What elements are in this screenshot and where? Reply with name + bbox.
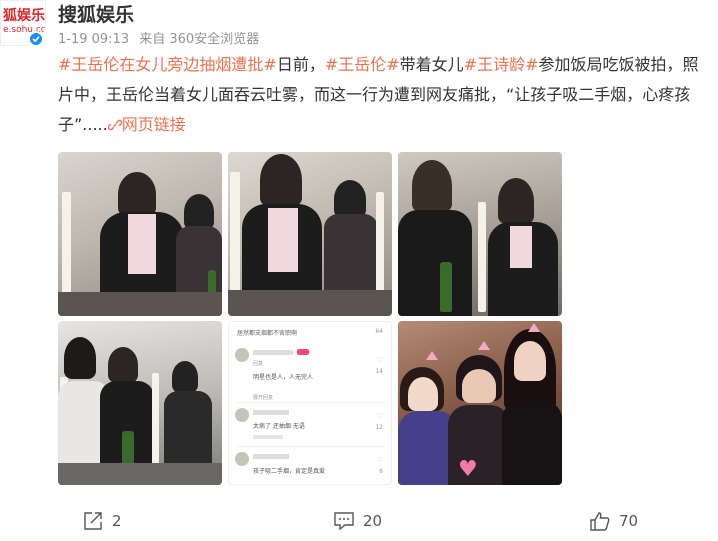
comment-icon — [334, 512, 354, 531]
comment-reply: 回复 — [253, 361, 264, 367]
share-count: 2 — [112, 512, 122, 530]
comment-count: 6 — [379, 468, 383, 475]
avatar-logo: 狐娱乐 — [3, 8, 45, 24]
thumbs-up-icon — [590, 512, 610, 531]
like-button[interactable]: 70 — [589, 510, 638, 532]
comment-expand: 展开回复 — [253, 395, 274, 401]
comment-button[interactable]: 20 — [333, 510, 382, 532]
share-button[interactable]: 2 — [82, 510, 122, 532]
like-count: 70 — [619, 512, 639, 530]
post-text: 日前， — [276, 55, 325, 74]
post-photo-1[interactable] — [58, 152, 222, 316]
post-time[interactable]: 1-19 09:13 — [58, 32, 129, 47]
post-photo-4[interactable] — [58, 321, 222, 485]
comment-avatar — [235, 452, 249, 466]
share-icon — [84, 512, 102, 530]
comment-like-icon: ♡ — [376, 456, 383, 464]
comment-text: 明星也是人，人无完人 — [253, 374, 314, 381]
comment-count: 20 — [363, 512, 383, 530]
link-icon — [107, 119, 122, 131]
comment-avatar — [235, 408, 249, 422]
comment-count: 64 — [375, 328, 383, 335]
post-action-bar: 2 20 70 — [0, 500, 718, 541]
hashtag-link[interactable]: #王诗龄# — [464, 55, 539, 74]
post-photo-6[interactable]: ♥ — [398, 321, 562, 485]
comment-like-icon: ♡ — [376, 412, 383, 420]
comment-text: 太病了 还抽烟 无语 — [253, 423, 305, 430]
hashtag-link[interactable]: #王岳伦# — [325, 55, 400, 74]
comment-text: 居然都支烟都不舍职啊 — [237, 330, 298, 337]
hashtag-link[interactable]: #王岳伦在女儿旁边抽烟遭批# — [58, 55, 277, 74]
post-text: 带着女儿 — [399, 55, 464, 74]
post-photo-5-comments[interactable]: 居然都支烟都不舍职啊 64 回复 ♡ 明星也是人，人无完人 14 展开回复 ♡ … — [228, 321, 392, 485]
comment-avatar — [235, 348, 249, 362]
web-link[interactable]: 网页链接 — [107, 115, 186, 134]
post-photo-3[interactable] — [398, 152, 562, 316]
web-link-label: 网页链接 — [121, 115, 186, 134]
post-source: 来自 360安全浏览器 — [139, 32, 260, 47]
post-photo-2[interactable] — [228, 152, 392, 316]
comment-count: 14 — [375, 368, 383, 375]
comment-text: 孩子吸二手烟，肯定是真爱 — [253, 468, 326, 475]
verified-badge-icon — [28, 31, 44, 47]
post-content: #王岳伦在女儿旁边抽烟遭批#日前，#王岳伦#带着女儿#王诗龄#参加饭局吃饭被拍，… — [58, 50, 712, 140]
post-meta: 1-19 09:13 来自 360安全浏览器 — [58, 28, 265, 47]
account-name[interactable]: 搜狐娱乐 — [58, 0, 134, 27]
comment-count: 12 — [375, 424, 383, 431]
comment-like-icon: ♡ — [376, 356, 383, 364]
